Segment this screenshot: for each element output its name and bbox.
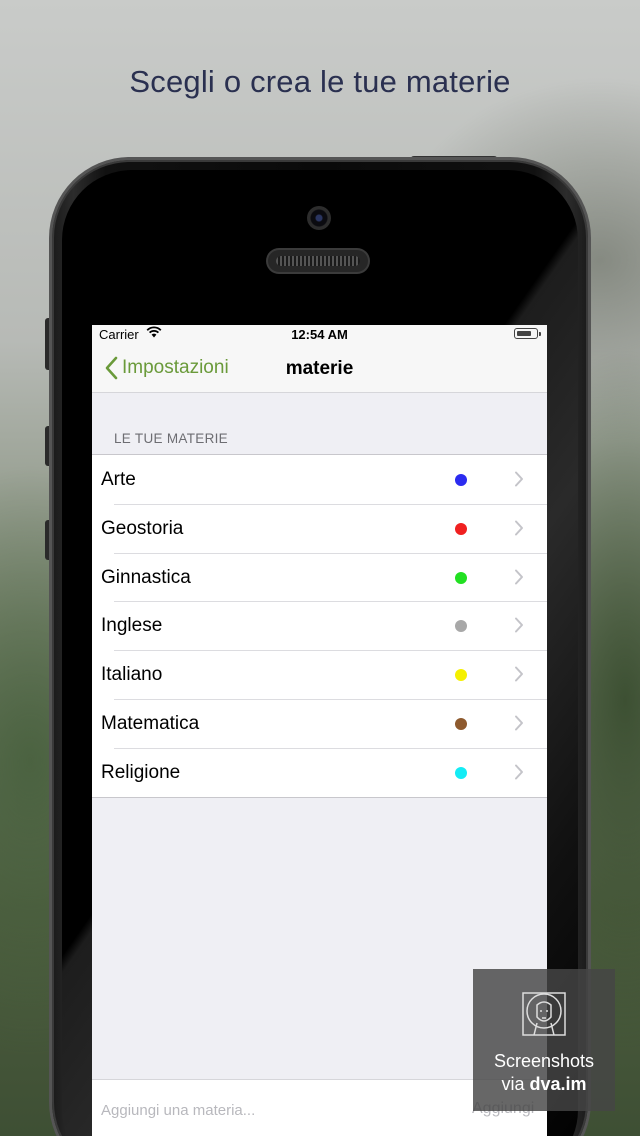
subject-color-dot <box>455 766 467 779</box>
list-item[interactable]: Arte <box>92 455 547 504</box>
watermark-line1: Screenshots <box>493 1051 595 1071</box>
logo-icon <box>522 992 566 1036</box>
chevron-right-icon <box>515 520 523 536</box>
subject-color-dot <box>455 669 467 682</box>
subject-name: Italiano <box>101 664 163 686</box>
list-item[interactable]: Italiano <box>92 650 547 699</box>
status-time: 12:54 AM <box>291 327 348 342</box>
battery-icon <box>514 328 541 339</box>
watermark-brand: dva.im <box>529 1074 587 1094</box>
subject-color-dot <box>455 522 467 535</box>
add-subject-input[interactable] <box>101 1098 401 1122</box>
chevron-right-icon <box>515 666 523 682</box>
list-item[interactable]: Ginnastica <box>92 552 547 602</box>
subject-name: Ginnastica <box>101 566 191 588</box>
subject-color-dot <box>455 717 467 730</box>
status-bar: Carrier 12:54 AM <box>92 325 547 343</box>
subject-color-dot <box>455 620 467 633</box>
section-header: LE TUE MATERIE <box>114 431 228 446</box>
subject-list: Arte Geostoria Ginnastica Inglese Italiano Ma… <box>92 454 547 798</box>
subject-name: Arte <box>101 469 136 490</box>
chevron-right-icon <box>515 715 523 731</box>
headline: Scegli o crea le tue materie <box>129 64 511 99</box>
list-item[interactable]: Geostoria <box>92 503 547 553</box>
subject-color-dot <box>455 474 467 486</box>
earpiece-speaker <box>268 250 368 272</box>
chevron-right-icon <box>515 569 523 585</box>
list-item[interactable]: Religione <box>92 747 547 797</box>
chevron-right-icon <box>515 471 523 487</box>
subject-name: Geostoria <box>101 517 184 539</box>
list-item[interactable]: Inglese <box>92 601 547 650</box>
chevron-right-icon <box>515 764 523 780</box>
navigation-bar: Impostazioni materie <box>92 343 547 393</box>
subject-color-dot <box>455 571 467 584</box>
chevron-right-icon <box>515 617 523 633</box>
subject-name: Religione <box>101 761 181 783</box>
front-camera-icon <box>307 206 331 230</box>
watermark-line2: via dva.im <box>473 1074 615 1095</box>
list-item[interactable]: Matematica <box>92 698 547 748</box>
subject-name: Inglese <box>101 615 163 637</box>
watermark: Screenshots via dva.im <box>473 969 615 1111</box>
page-title: materie <box>285 358 354 379</box>
subject-name: Matematica <box>101 712 200 734</box>
watermark-prefix: via <box>501 1074 530 1094</box>
